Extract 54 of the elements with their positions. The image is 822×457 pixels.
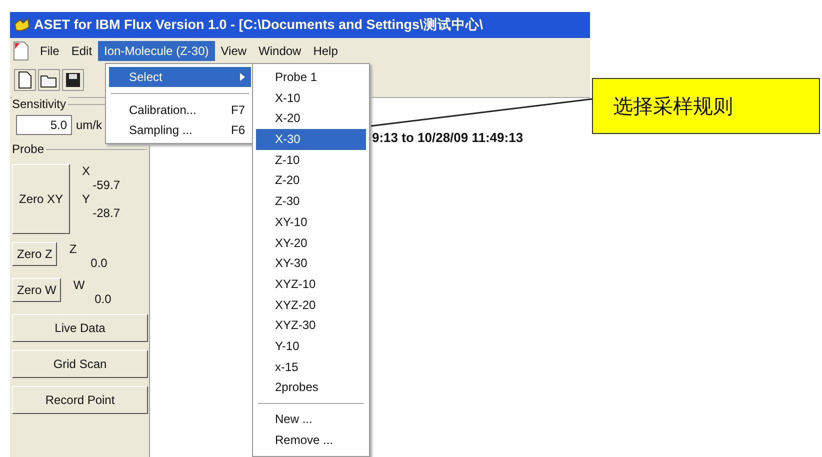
menu-item[interactable]: x-15 xyxy=(256,356,366,378)
axis-value: -28.7 xyxy=(92,206,121,220)
time-range: 9:13 to 10/28/09 11:49:13 xyxy=(372,130,524,145)
menu-item[interactable]: XYZ-20 xyxy=(256,294,366,316)
open-folder-icon[interactable] xyxy=(38,69,60,91)
menu-item[interactable]: Probe 1 xyxy=(256,67,366,88)
axis-label: Y xyxy=(81,192,92,206)
menu-item[interactable]: New ... xyxy=(256,409,366,430)
app-icon xyxy=(14,18,30,32)
menu-item[interactable]: XYZ-30 xyxy=(256,315,366,336)
zero-button[interactable]: Zero Z xyxy=(12,242,58,266)
axis-label: W xyxy=(72,278,86,292)
axis-value: -59.7 xyxy=(92,178,121,192)
menu-item[interactable]: Remove ... xyxy=(256,430,366,450)
menu-item[interactable]: Calibration... F7 xyxy=(109,100,251,120)
menu-item[interactable]: Edit xyxy=(65,40,98,60)
menu-item[interactable]: Help xyxy=(307,40,344,60)
menu-item[interactable]: Z-10 xyxy=(256,150,366,170)
action-button[interactable]: Record Point xyxy=(12,386,148,414)
menu-item[interactable]: Select xyxy=(109,67,251,87)
menu-item[interactable]: XY-20 xyxy=(256,232,366,254)
menu-item[interactable]: File xyxy=(34,40,66,60)
menu-item[interactable]: Z-20 xyxy=(256,170,366,192)
axis-label: X xyxy=(81,164,92,178)
menu-item[interactable]: Z-30 xyxy=(256,191,366,212)
menu-item[interactable]: XYZ-10 xyxy=(256,274,366,295)
menu-item[interactable]: XY-30 xyxy=(256,253,366,274)
menu-item[interactable]: X-20 xyxy=(256,108,366,130)
menu-item[interactable]: Sampling ... F6 xyxy=(109,120,251,140)
unit-label: um/k xyxy=(76,118,102,132)
menu-item[interactable]: Y-10 xyxy=(256,336,366,357)
sensitivity-field[interactable]: 5.0 xyxy=(16,115,72,135)
menu-item[interactable]: View xyxy=(214,40,253,60)
document-icon xyxy=(12,40,30,60)
new-file-icon[interactable] xyxy=(14,69,36,91)
zero-button[interactable]: Zero W xyxy=(12,278,62,302)
menu-item[interactable]: Ion-Molecule (Z-30) xyxy=(98,40,215,60)
axis-value: 0.0 xyxy=(94,292,112,306)
action-button[interactable]: Live Data xyxy=(12,314,148,342)
group-label: Sensitivity xyxy=(12,97,68,111)
axis-value: 0.0 xyxy=(90,256,108,270)
callout-note: 选择采样规则 xyxy=(592,78,820,134)
submenu-arrow-icon xyxy=(240,73,245,81)
action-button[interactable]: Grid Scan xyxy=(12,350,148,378)
save-icon[interactable] xyxy=(62,69,84,91)
menu-item[interactable]: X-10 xyxy=(256,88,366,108)
menu-item[interactable]: 2probes xyxy=(256,377,366,398)
zero-button[interactable]: Zero XY xyxy=(12,164,70,234)
menu-item[interactable]: XY-10 xyxy=(256,212,366,232)
menu-item[interactable]: X-30 xyxy=(256,129,366,150)
group-label: Probe xyxy=(12,142,46,156)
axis-label: Z xyxy=(68,242,78,256)
menu-item[interactable]: Window xyxy=(252,40,308,60)
window-title: ASET for IBM Flux Version 1.0 - [C:\Documents and Settings\测试中心\ xyxy=(34,16,484,34)
